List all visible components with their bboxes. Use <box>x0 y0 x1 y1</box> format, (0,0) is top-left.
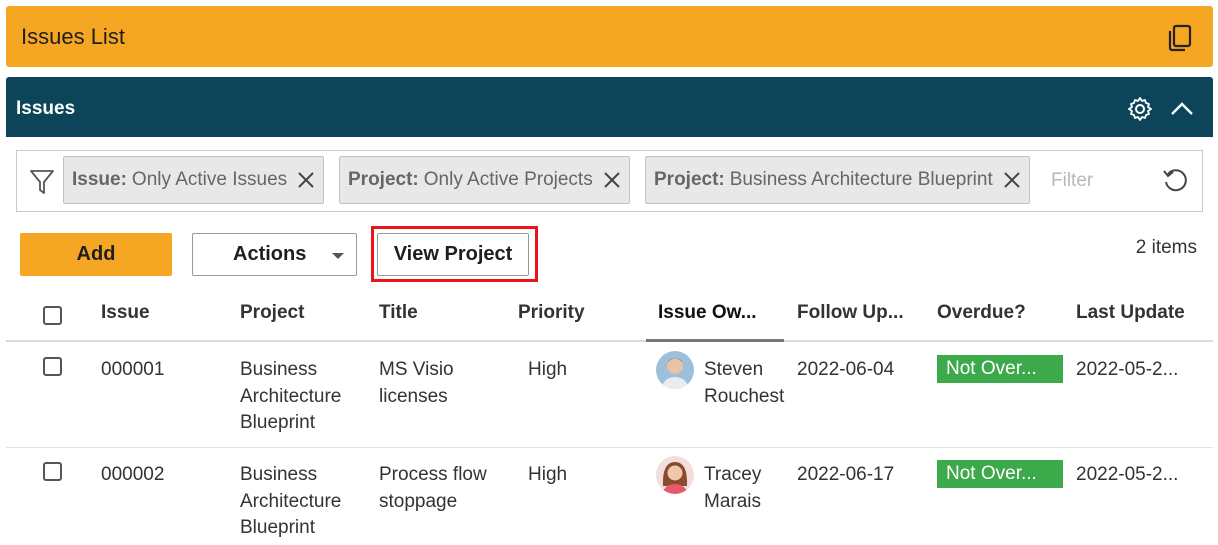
close-icon[interactable] <box>603 171 621 189</box>
owner-line: Tracey <box>704 464 762 485</box>
page-title: Issues List <box>21 24 125 49</box>
column-header-title[interactable]: Title <box>379 302 418 324</box>
issue-id: 000001 <box>101 359 165 380</box>
column-header-issue-owner[interactable]: Issue Ow... <box>658 302 757 324</box>
avatar <box>656 351 694 389</box>
row-checkbox[interactable] <box>43 357 62 376</box>
issue-owner: Tracey Marais <box>704 462 761 515</box>
reset-icon[interactable] <box>1162 168 1188 194</box>
filter-chip-value: Business Architecture Blueprint <box>729 169 993 190</box>
project-line: Architecture <box>240 490 342 512</box>
issue-id: 000002 <box>101 464 165 485</box>
filter-icon[interactable] <box>29 168 55 196</box>
item-count: 2 items <box>1135 237 1197 258</box>
follow-up-date: 2022-06-17 <box>797 464 895 485</box>
close-icon[interactable] <box>1003 171 1021 189</box>
table-row[interactable]: 000001 Business Architecture Blueprint M… <box>6 344 1213 448</box>
project-name: Business Architecture Blueprint <box>240 462 341 542</box>
last-update: 2022-05-2... <box>1076 359 1179 380</box>
issues-panel: Issues Issue: Only Active Issues Project… <box>6 77 1213 545</box>
title-line: Process flow <box>379 464 487 485</box>
column-header-project[interactable]: Project <box>240 302 304 324</box>
view-project-button[interactable]: View Project <box>377 233 529 276</box>
filter-chip-project-active[interactable]: Project: Only Active Projects <box>339 156 630 204</box>
project-line: Business <box>240 359 318 380</box>
owner-line: Rouchest <box>704 385 785 407</box>
title-line: licenses <box>379 385 448 407</box>
column-header-overdue[interactable]: Overdue? <box>937 302 1026 324</box>
copy-icon[interactable] <box>1165 24 1195 52</box>
issue-owner: Steven Rouchest <box>704 357 784 410</box>
project-line: Business <box>240 464 318 485</box>
filter-chip-issue[interactable]: Issue: Only Active Issues <box>63 156 325 204</box>
status-badge: Not Over... <box>937 460 1063 488</box>
actions-label: Actions <box>233 243 307 265</box>
filter-chip-project-name[interactable]: Project: Business Architecture Blueprint <box>645 156 1030 204</box>
actions-dropdown[interactable]: Actions <box>192 233 357 276</box>
column-header-follow-up[interactable]: Follow Up... <box>797 302 904 324</box>
priority: High <box>528 464 568 485</box>
table-header: Issue Project Title Priority Issue Ow...… <box>6 292 1213 342</box>
column-header-last-update[interactable]: Last Update <box>1076 302 1185 324</box>
issue-title: Process flow stoppage <box>379 462 487 515</box>
row-checkbox[interactable] <box>43 462 62 481</box>
gear-icon[interactable] <box>1127 96 1153 122</box>
chevron-up-icon[interactable] <box>1169 97 1195 121</box>
filter-bar: Issue: Only Active Issues Project: Only … <box>16 150 1203 212</box>
priority: High <box>528 359 568 380</box>
project-line: Blueprint <box>240 412 315 433</box>
filter-chip-key: Project: <box>348 169 419 190</box>
status-badge: Not Over... <box>937 355 1063 383</box>
project-line: Blueprint <box>240 517 315 538</box>
column-header-issue[interactable]: Issue <box>101 302 150 324</box>
filter-input[interactable] <box>1051 165 1151 197</box>
title-bar: Issues List <box>6 6 1213 67</box>
project-line: Architecture <box>240 385 342 407</box>
table-row[interactable]: 000002 Business Architecture Blueprint P… <box>6 449 1213 545</box>
filter-chip-value: Only Active Issues <box>131 169 288 190</box>
select-all-checkbox[interactable] <box>43 306 62 325</box>
issue-title: MS Visio licenses <box>379 357 454 410</box>
filter-chip-key: Issue: <box>72 169 127 190</box>
active-column-indicator <box>646 339 784 342</box>
project-name: Business Architecture Blueprint <box>240 357 341 437</box>
column-header-priority[interactable]: Priority <box>518 302 585 324</box>
filter-chip-key: Project: <box>654 169 725 190</box>
add-button[interactable]: Add <box>20 233 172 276</box>
owner-line: Steven <box>704 359 764 380</box>
title-line: MS Visio <box>379 359 454 380</box>
title-line: stoppage <box>379 490 458 512</box>
caret-down-icon <box>332 253 344 259</box>
owner-line: Marais <box>704 490 762 512</box>
close-icon[interactable] <box>297 171 315 189</box>
panel-title: Issues <box>16 98 76 119</box>
panel-header: Issues <box>6 77 1213 137</box>
filter-chip-value: Only Active Projects <box>423 169 593 190</box>
follow-up-date: 2022-06-04 <box>797 359 895 380</box>
avatar <box>656 456 694 494</box>
last-update: 2022-05-2... <box>1076 464 1179 485</box>
